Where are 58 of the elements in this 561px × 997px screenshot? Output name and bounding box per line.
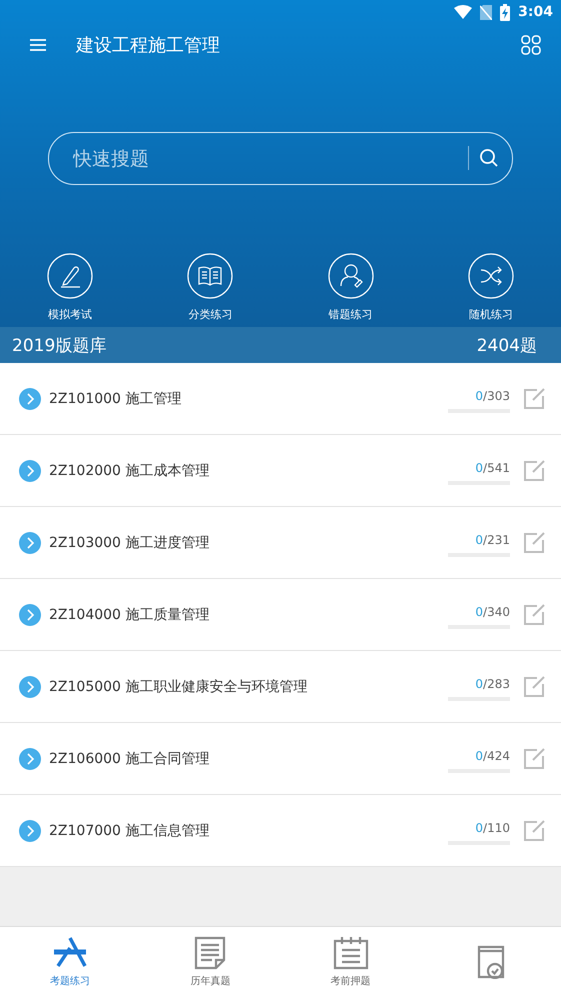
chevron-icon xyxy=(19,604,41,626)
pen-icon xyxy=(47,253,93,299)
chapter-row[interactable]: 2Z104000 施工质量管理 0/340 xyxy=(0,579,561,651)
edit-icon[interactable] xyxy=(522,746,546,770)
clock: 3:04 xyxy=(518,4,553,20)
chapter-title: 2Z107000 施工信息管理 xyxy=(49,822,210,840)
progress-count: 0/424 xyxy=(475,748,510,762)
edit-icon[interactable] xyxy=(522,602,546,626)
chapter-title: 2Z105000 施工职业健康安全与环境管理 xyxy=(49,678,308,696)
progress-count: 0/340 xyxy=(475,604,510,618)
chapter-title: 2Z101000 施工管理 xyxy=(49,390,182,408)
shortcut-button[interactable]: 错题练习 xyxy=(304,253,397,322)
edit-icon[interactable] xyxy=(522,818,546,842)
chapter-row[interactable]: 2Z106000 施工合同管理 0/424 xyxy=(0,723,561,795)
shortcut-button[interactable]: 随机练习 xyxy=(444,253,537,322)
nav-tab[interactable]: 历年真题 xyxy=(140,927,280,997)
edit-icon[interactable] xyxy=(522,674,546,698)
chapter-row[interactable]: 2Z105000 施工职业健康安全与环境管理 0/283 xyxy=(0,651,561,723)
battery-icon xyxy=(500,4,510,20)
app-title: 建设工程施工管理 xyxy=(76,34,221,57)
nav-tab[interactable]: 考题练习 xyxy=(0,927,140,997)
chapter-title: 2Z104000 施工质量管理 xyxy=(49,606,210,624)
chevron-icon xyxy=(19,748,41,770)
chevron-icon xyxy=(19,676,41,698)
edit-icon[interactable] xyxy=(522,386,546,410)
app-store-icon xyxy=(52,936,88,970)
search-icon[interactable] xyxy=(479,148,499,168)
menu-icon[interactable] xyxy=(30,39,46,51)
chapter-title: 2Z106000 施工合同管理 xyxy=(49,750,210,768)
shortcut-button[interactable]: 分类练习 xyxy=(164,253,256,322)
chapter-title: 2Z103000 施工进度管理 xyxy=(49,534,210,552)
progress-count: 0/110 xyxy=(475,820,510,834)
chevron-icon xyxy=(19,532,41,554)
edit-icon[interactable] xyxy=(522,530,546,554)
progress-count: 0/283 xyxy=(475,676,510,690)
chevron-icon xyxy=(19,460,41,482)
question-count: 2404题 xyxy=(476,334,537,356)
shortcut-button[interactable]: 模拟考试 xyxy=(24,253,116,322)
chapter-row[interactable]: 2Z103000 施工进度管理 0/231 xyxy=(0,507,561,579)
notepad-icon xyxy=(332,936,369,970)
wifi-icon xyxy=(454,5,472,19)
person-icon xyxy=(328,253,374,299)
chevron-icon xyxy=(19,820,41,842)
nav-tab[interactable]: 考前押题 xyxy=(280,927,421,997)
book-icon xyxy=(187,253,234,299)
no-sim-icon xyxy=(480,4,492,20)
section-title: 2019版题库 xyxy=(12,334,106,356)
edit-icon[interactable] xyxy=(522,458,546,482)
progress-count: 0/231 xyxy=(475,532,510,546)
chevron-icon xyxy=(19,388,41,410)
chapter-row[interactable]: 2Z107000 施工信息管理 0/110 xyxy=(0,795,561,867)
progress-count: 0/541 xyxy=(475,460,510,474)
progress-count: 0/303 xyxy=(475,388,510,402)
chapter-row[interactable]: 2Z102000 施工成本管理 0/541 xyxy=(0,435,561,507)
shuffle-icon xyxy=(468,253,514,299)
chapter-title: 2Z102000 施工成本管理 xyxy=(49,462,210,480)
grid-icon[interactable] xyxy=(521,35,541,55)
chapter-row[interactable]: 2Z101000 施工管理 0/303 xyxy=(0,363,561,435)
